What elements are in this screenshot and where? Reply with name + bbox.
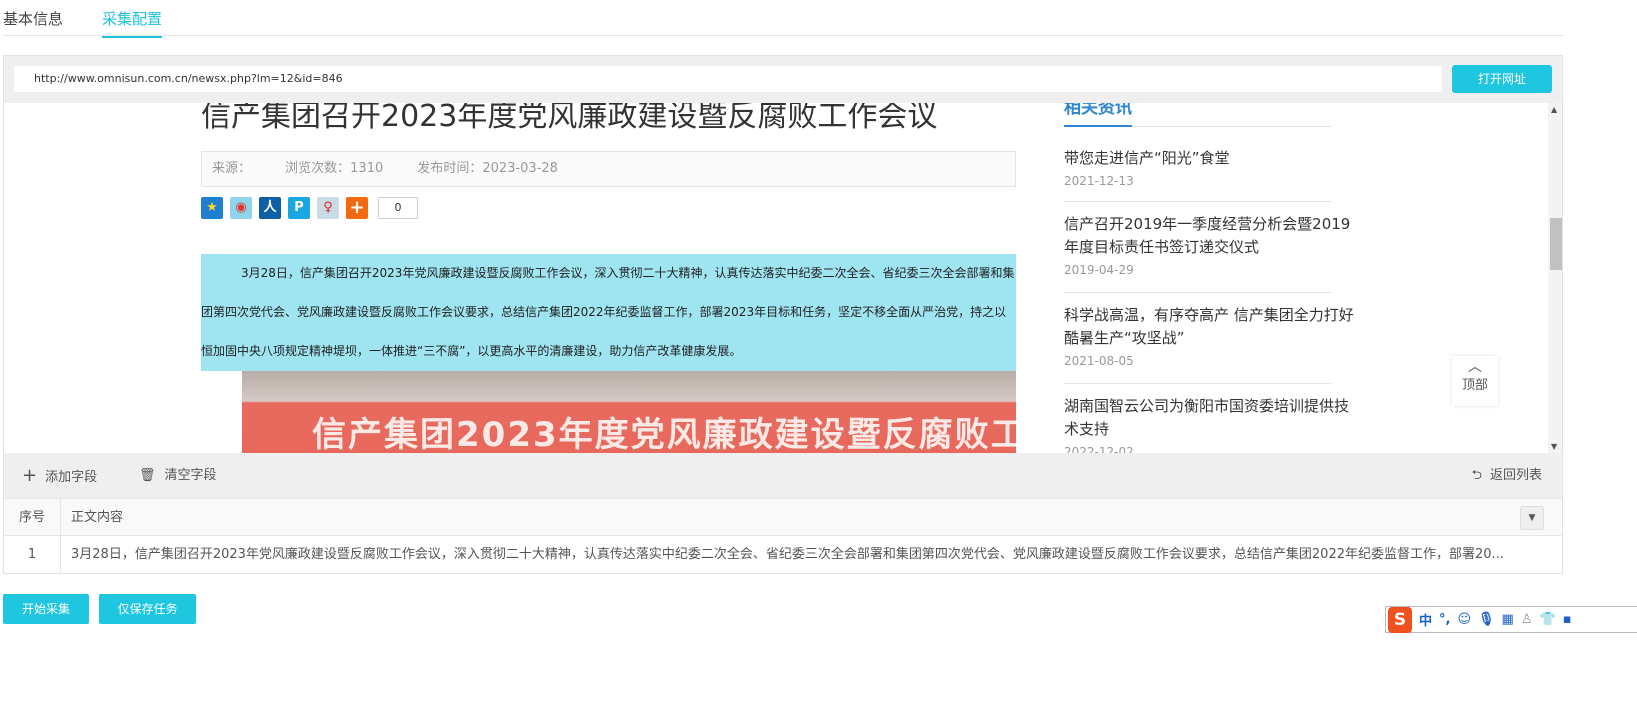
meta-date: 发布时间：2023-03-28 — [417, 161, 558, 176]
kaixin-icon[interactable]: ♀ — [317, 197, 339, 219]
article-title: 信产集团召开2023年度党风廉政建设暨反腐败工作会议 — [201, 103, 938, 134]
related-title[interactable]: 信产召开2019年一季度经营分析会暨2019年度目标责任书签订递交仪式 — [1064, 213, 1354, 259]
keyboard-icon[interactable]: ▦ — [1502, 612, 1514, 627]
grid-icon[interactable]: ▪ — [1563, 612, 1572, 627]
url-input[interactable]: http://www.omnisun.com.cn/newsx.php?lm=1… — [14, 66, 1442, 92]
pengyou-icon[interactable]: P — [288, 197, 310, 219]
renren-icon[interactable]: 人 — [259, 197, 281, 219]
chevron-up-icon: ︿ — [1468, 359, 1482, 375]
tab-collect-config[interactable]: 采集配置 — [102, 8, 163, 38]
clear-fields-button[interactable]: 🗑 清空字段 — [139, 453, 217, 498]
divider — [1064, 201, 1332, 202]
column-dropdown-icon[interactable]: ▼ — [1520, 506, 1544, 530]
selected-paragraph[interactable]: 3月28日，信产集团召开2023年党风廉政建设暨反腐败工作会议，深入贯彻二十大精… — [201, 254, 1016, 371]
table-header: 序号 正文内容 ▼ — [4, 498, 1562, 536]
related-item[interactable]: 信产召开2019年一季度经营分析会暨2019年度目标责任书签订递交仪式 2019-… — [1064, 213, 1354, 278]
sogou-logo-icon: S — [1388, 606, 1412, 633]
related-date: 2022-12-02 — [1064, 445, 1134, 453]
related-item[interactable]: 科学战高温，有序夺高产 信产集团全力打好酷暑生产“攻坚战” 2021-08-05 — [1064, 304, 1354, 369]
related-title[interactable]: 带您走进信产“阳光”食堂 — [1064, 147, 1354, 170]
related-date: 2019-04-29 — [1064, 263, 1134, 277]
config-panel: http://www.omnisun.com.cn/newsx.php?lm=1… — [3, 55, 1563, 574]
back-to-top-button[interactable]: ︿ 顶部 — [1452, 356, 1498, 406]
scrollbar-thumb[interactable] — [1550, 218, 1562, 270]
divider — [1064, 383, 1332, 384]
article-photo: 信产集团2023年度党风廉政建设暨反腐败工作会议 — [242, 371, 1016, 453]
related-item[interactable]: 带您走进信产“阳光”食堂 2021-12-13 — [1064, 147, 1354, 189]
meta-source: 来源： — [212, 161, 252, 176]
preview-scrollbar[interactable]: ▲ ▼ — [1548, 103, 1562, 453]
tab-basic-info[interactable]: 基本信息 — [3, 8, 63, 36]
related-item[interactable]: 湖南国智云公司为衡阳市国资委培训提供技术支持 2022-12-02 — [1064, 395, 1354, 453]
row-content: 3月28日，信产集团召开2023年党风廉政建设暨反腐败工作会议，深入贯彻二十大精… — [71, 547, 1504, 562]
back-to-list-label: 返回列表 — [1489, 468, 1542, 483]
url-bar: http://www.omnisun.com.cn/newsx.php?lm=1… — [4, 56, 1562, 103]
back-to-top-label: 顶部 — [1461, 378, 1488, 393]
tab-divider — [3, 35, 1563, 36]
back-to-list-button[interactable]: ⮌ 返回列表 — [1472, 453, 1542, 498]
related-underline — [1064, 125, 1132, 127]
undo-icon: ⮌ — [1471, 468, 1482, 483]
related-date: 2021-08-05 — [1064, 354, 1134, 368]
save-task-button[interactable]: 仅保存任务 — [99, 594, 196, 624]
related-title[interactable]: 科学战高温，有序夺高产 信产集团全力打好酷暑生产“攻坚战” — [1064, 304, 1354, 350]
table-row[interactable]: 1 3月28日，信产集团召开2023年党风廉政建设暨反腐败工作会议，深入贯彻二十… — [4, 536, 1562, 574]
mic-icon[interactable]: 🎙 — [1478, 612, 1495, 627]
ime-toolbar[interactable]: S 中 °, ☺ 🎙 ▦ ♙ 👕 ▪ — [1385, 606, 1637, 633]
add-field-button[interactable]: + 添加字段 — [22, 453, 97, 500]
user-icon[interactable]: ♙ — [1521, 612, 1533, 627]
scroll-down-icon[interactable]: ▼ — [1551, 442, 1557, 451]
col-index: 序号 — [4, 499, 61, 535]
open-url-button[interactable]: 打开网址 — [1452, 65, 1552, 93]
ime-punct[interactable]: °, — [1439, 612, 1450, 627]
related-date: 2021-12-13 — [1064, 174, 1134, 188]
related-heading: 相关资讯 — [1064, 103, 1132, 118]
trash-icon: 🗑 — [139, 468, 156, 483]
clear-fields-label: 清空字段 — [164, 468, 217, 483]
related-title[interactable]: 湖南国智云公司为衡阳市国资委培训提供技术支持 — [1064, 395, 1354, 441]
web-preview[interactable]: 信产集团召开2023年度党风廉政建设暨反腐败工作会议 来源： 浏览次数：1310… — [4, 103, 1562, 453]
divider — [1064, 292, 1332, 293]
col-content[interactable]: 正文内容 — [71, 499, 1541, 536]
start-collect-button[interactable]: 开始采集 — [3, 594, 89, 624]
weibo-icon[interactable]: ◉ — [230, 197, 252, 219]
qzone-icon[interactable]: ★ — [201, 197, 223, 219]
field-toolbar: + 添加字段 🗑 清空字段 ⮌ 返回列表 — [4, 453, 1562, 498]
scroll-up-icon[interactable]: ▲ — [1551, 105, 1557, 114]
add-field-label: 添加字段 — [45, 470, 98, 485]
ime-mode[interactable]: 中 — [1419, 610, 1432, 629]
skin-icon[interactable]: 👕 — [1540, 612, 1556, 627]
banner-text: 信产集团2023年度党风廉政建设暨反腐败工作会议 — [312, 415, 1016, 453]
emoji-icon[interactable]: ☺ — [1457, 612, 1471, 627]
row-index: 1 — [4, 536, 61, 574]
meta-views: 浏览次数：1310 — [285, 161, 384, 176]
article-meta: 来源： 浏览次数：1310 发布时间：2023-03-28 — [201, 151, 1016, 187]
more-share-icon[interactable]: + — [346, 197, 368, 219]
share-count: 0 — [378, 197, 418, 219]
plus-icon: + — [22, 465, 38, 486]
share-bar: ★ ◉ 人 P ♀ + 0 — [201, 197, 418, 219]
